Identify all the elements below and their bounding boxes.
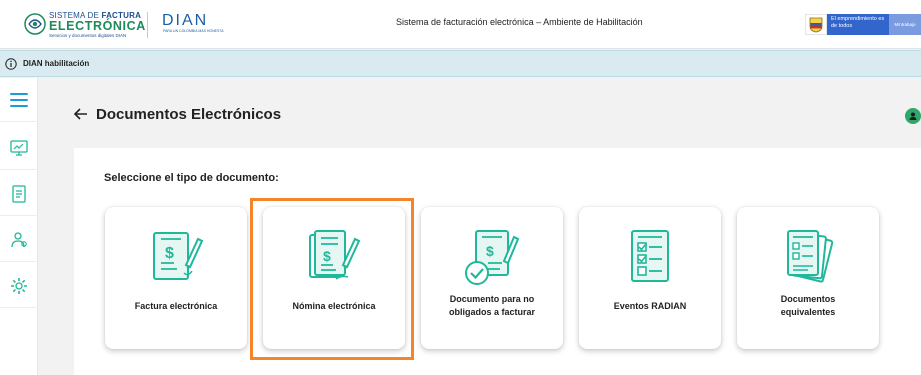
back-arrow-icon[interactable] (73, 106, 89, 122)
sidebar-item-documents[interactable] (0, 172, 38, 216)
sfe-logo-mark-icon (24, 13, 46, 35)
sfe-logo[interactable]: SISTEMA DE FACTURA ELECTRÓNICA Servicios… (24, 10, 145, 38)
card-label: Eventos RADIAN (613, 301, 687, 311)
svg-text:$: $ (165, 245, 174, 262)
gov-badge-ministry: Mintrabajo (889, 14, 921, 35)
menu-toggle-button[interactable] (0, 78, 38, 122)
dian-logo-sub: PARA UN COLOMBIA MÁS HONESTA (163, 29, 224, 33)
card-documento-no-obligados[interactable]: $ Documento para no obligados a facturar (421, 207, 563, 349)
dian-logo-word: DIAN (162, 12, 209, 29)
document-type-prompt: Seleccione el tipo de documento: (104, 172, 279, 184)
sidebar-item-dashboard[interactable] (0, 126, 38, 170)
header-divider (147, 12, 148, 38)
page-title: Documentos Electrónicos (96, 106, 282, 123)
user-icon (909, 112, 917, 120)
card-label: Factura electrónica (134, 301, 218, 311)
user-settings-icon (11, 231, 27, 247)
environment-bar: DIAN habilitación (0, 50, 921, 77)
stacked-documents-icon (787, 230, 834, 283)
sfe-logo-line3: Servicios y documentos digitales DIAN (49, 33, 127, 38)
info-icon (5, 58, 17, 70)
document-check-icon: $ (465, 230, 520, 285)
card-factura-electronica[interactable]: $ Factura electrónica (105, 207, 247, 349)
card-eventos-radian[interactable]: Eventos RADIAN (579, 207, 721, 349)
top-header: SISTEMA DE FACTURA ELECTRÓNICA Servicios… (0, 0, 921, 49)
checklist-icon (631, 230, 669, 282)
user-avatar[interactable] (905, 108, 921, 124)
document-list-icon (12, 184, 26, 203)
card-label-line2: obligados a facturar (448, 307, 536, 317)
card-label-line2: equivalentes (780, 307, 836, 317)
colombia-shield-icon (805, 14, 827, 35)
card-label-line1: Documentos (780, 294, 836, 304)
header-title: Sistema de facturación electrónica – Amb… (396, 17, 643, 27)
menu-icon (10, 92, 28, 107)
invoice-pen-icon: $ (153, 232, 204, 280)
card-documentos-equivalentes[interactable]: Documentos equivalentes (737, 207, 879, 349)
dian-logo[interactable]: DIAN PARA UN COLOMBIA MÁS HONESTA (162, 12, 224, 36)
sidebar-item-settings[interactable] (0, 264, 38, 308)
gov-badge[interactable]: El emprendimiento es de todos Mintrabajo (805, 14, 921, 35)
sidebar-item-users[interactable] (0, 218, 38, 262)
monitor-chart-icon (10, 139, 28, 156)
gear-icon (11, 277, 27, 294)
sfe-logo-line2: ELECTRÓNICA (49, 19, 146, 33)
sidebar (0, 78, 38, 375)
gov-badge-text: El emprendimiento es de todos (827, 14, 889, 35)
svg-text:$: $ (486, 243, 494, 259)
environment-label: DIAN habilitación (23, 59, 90, 68)
card-label-line1: Documento para no (449, 294, 535, 304)
selection-highlight (250, 198, 414, 360)
